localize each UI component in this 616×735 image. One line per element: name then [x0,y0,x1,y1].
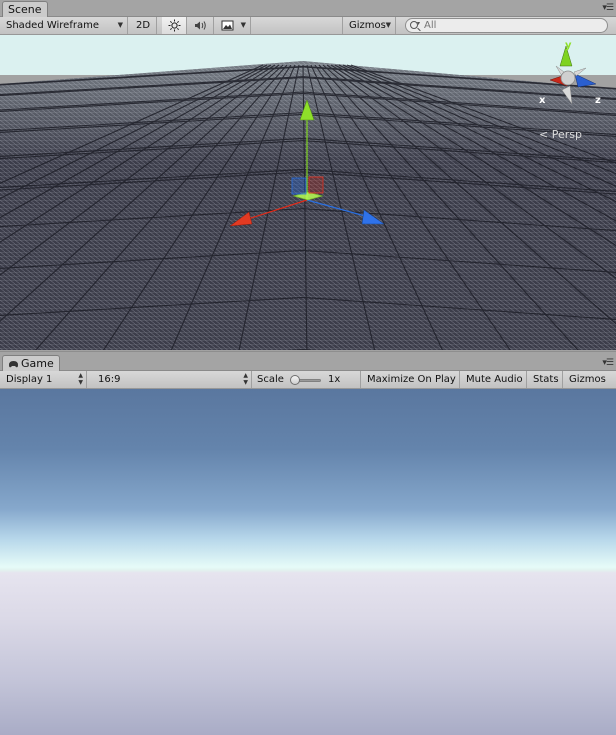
chevron-down-icon: ▾ [417,20,421,27]
display-label: Display 1 [6,374,53,385]
shading-mode-dropdown[interactable]: Shaded Wireframe ▼ [0,17,128,34]
scene-search-input[interactable] [424,19,600,32]
up-down-arrows-icon: ▲ ▼ [243,372,248,386]
scene-gizmos-label: Gizmos [349,20,386,31]
axis-gizmo-icon: y x z [539,40,601,106]
game-viewport[interactable] [0,389,616,735]
panel-menu-icon[interactable]: ▾☰ [602,3,614,13]
chevron-down-icon: ▼ [240,21,246,29]
image-icon [221,20,234,31]
shading-mode-label: Shaded Wireframe [6,20,99,31]
lighting-toggle[interactable] [162,17,187,34]
scene-search-field[interactable]: ▾ [405,18,608,33]
maximize-on-play-button[interactable]: Maximize On Play [360,371,460,388]
aspect-ratio-label: 16:9 [98,374,121,385]
scene-tab-bar: Scene ▾☰ [0,0,616,17]
scale-slider-thumb[interactable] [290,375,300,385]
chevron-down-icon: ▼ [385,21,391,29]
audio-toggle[interactable] [188,17,214,34]
game-gizmos-button[interactable]: Gizmos [563,371,616,388]
gizmo-x-label: x [539,95,546,106]
mute-audio-button[interactable]: Mute Audio [460,371,527,388]
mute-audio-label: Mute Audio [466,374,523,385]
2d-mode-label: 2D [135,20,151,31]
scene-gizmos-dropdown[interactable]: Gizmos ▼ [342,17,396,34]
display-dropdown[interactable]: Display 1 ▲ ▼ [0,371,87,388]
tab-scene-label: Scene [8,3,42,16]
speaker-icon [195,21,206,30]
scale-value: 1x [328,374,341,385]
stats-label: Stats [533,374,559,385]
scene-viewport[interactable] [0,35,616,350]
scene-toolbar: Shaded Wireframe ▼ 2D ▼ Gizmos ▼ ▾ All [0,17,616,35]
orientation-gizmo[interactable]: y x z [526,38,616,108]
wireframe-grid [0,35,616,350]
gizmo-z-label: z [595,95,601,106]
game-toolbar: Display 1 ▲ ▼ 16:9 ▲ ▼ Scale 1x Maximize O… [0,371,616,389]
stats-button[interactable]: Stats [527,371,563,388]
gizmo-y-label: y [565,40,572,51]
tab-scene[interactable]: Scene [2,1,48,17]
chevron-down-icon: ▼ [117,21,123,29]
effects-dropdown[interactable]: ▼ [215,17,251,34]
aspect-ratio-dropdown[interactable]: 16:9 ▲ ▼ [92,371,252,388]
up-down-arrows-icon: ▲ ▼ [78,372,83,386]
scale-label: Scale [257,374,284,385]
sun-icon [168,19,181,32]
game-gizmos-label: Gizmos [569,374,606,385]
tab-game[interactable]: Game [2,355,60,372]
projection-toggle[interactable]: < Persp [539,128,582,141]
panel-menu-icon[interactable]: ▾☰ [602,358,614,368]
2d-mode-button[interactable]: 2D [130,17,157,34]
maximize-on-play-label: Maximize On Play [367,374,456,385]
game-tab-bar: Game ▾☰ [0,351,616,372]
tab-game-label: Game [21,357,54,370]
